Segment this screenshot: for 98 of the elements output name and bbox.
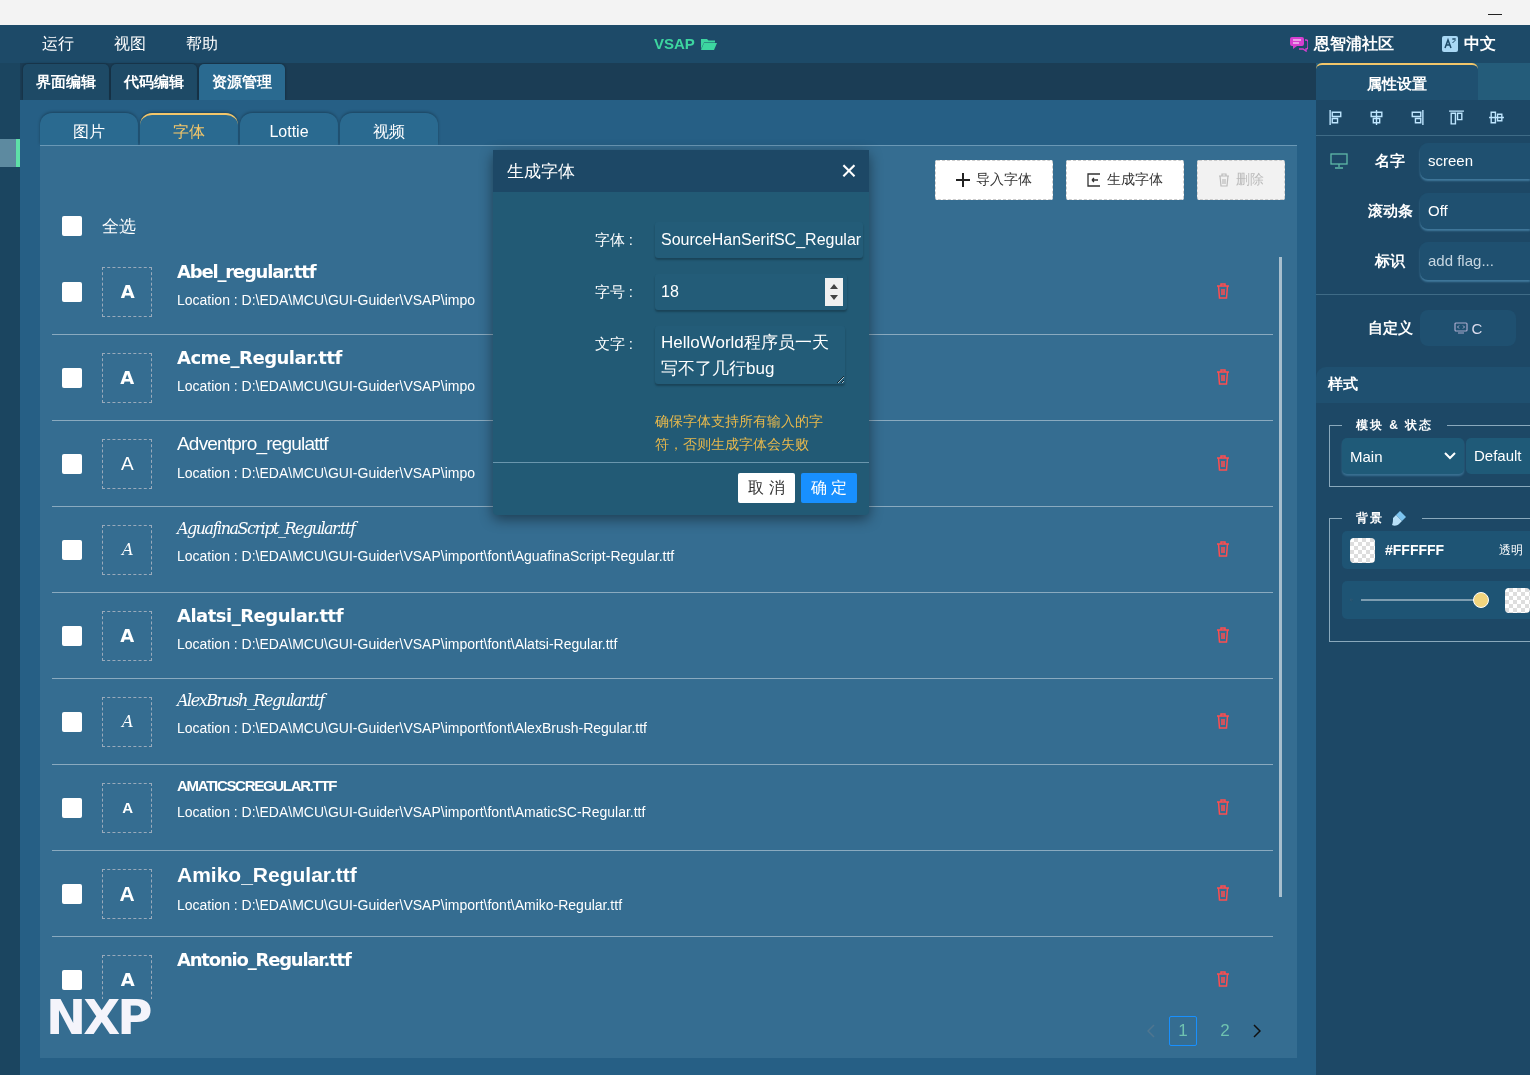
- font-location: Location : D:\EDA\MCU\GUI-Guider\VSAP\impo: [177, 292, 475, 308]
- text-field[interactable]: SourceHanSerifSC_Regular: [655, 222, 863, 258]
- font-preview: A: [102, 782, 152, 833]
- font-preview: A: [102, 266, 152, 317]
- text-field[interactable]: add flag...: [1420, 242, 1530, 280]
- menu-item[interactable]: 帮助: [186, 33, 218, 55]
- font-location: Location : D:\EDA\MCU\GUI-Guider\VSAP\import\font\Alatsi-Regular.ttf: [177, 636, 618, 652]
- checkbox[interactable]: [62, 711, 82, 732]
- toolbar-button[interactable]: 导入字体: [935, 160, 1053, 200]
- opacity-label: 透明: [1499, 541, 1523, 559]
- font-location: Location : D:\EDA\MCU\GUI-Guider\VSAP\impo: [177, 465, 475, 481]
- font-preview: A: [102, 954, 152, 999]
- checkbox[interactable]: [62, 216, 82, 236]
- spinner-icon[interactable]: [825, 278, 843, 306]
- resource-tab[interactable]: 视频: [340, 113, 438, 145]
- checkbox[interactable]: [62, 281, 82, 302]
- resource-tab[interactable]: 图片: [40, 113, 138, 145]
- font-name: AlexBrush_Regular.ttf: [177, 691, 647, 710]
- warning-text: 确保字体支持所有输入的字符，否则生成字体会失败: [655, 412, 824, 454]
- number-field[interactable]: 18: [655, 274, 847, 310]
- font-name: Adventpro_regulattf: [177, 433, 330, 455]
- chevron-down-icon: [1444, 452, 1456, 460]
- field-label: 标识: [1373, 251, 1406, 271]
- font-name: Abel_regular.ttf: [177, 261, 317, 282]
- trash-icon: [1218, 173, 1230, 187]
- font-location: Location : D:\EDA\MCU\GUI-Guider\VSAP\import\font\Amiko-Regular.ttf: [177, 897, 623, 913]
- checkbox[interactable]: [62, 969, 82, 990]
- close-button[interactable]: ×: [840, 157, 857, 185]
- font-location: Location : D:\EDA\MCU\GUI-Guider\VSAP\import\font\AguafinaScript-Regular.ttf: [177, 548, 675, 564]
- slider-thumb[interactable]: [1472, 592, 1489, 608]
- font-location: Location : D:\EDA\MCU\GUI-Guider\VSAP\import\font\AlexBrush-Regular.ttf: [177, 720, 647, 736]
- group-legend: 背景: [1356, 509, 1384, 527]
- resource-tab[interactable]: 字体: [140, 113, 238, 145]
- part-dropdown[interactable]: Main: [1342, 438, 1464, 474]
- chat-icon[interactable]: [1290, 36, 1308, 52]
- folder-icon[interactable]: [700, 37, 717, 50]
- section-title: 样式: [1328, 375, 1358, 392]
- font-preview: A: [102, 524, 152, 575]
- field-label: 文字 :: [593, 334, 634, 354]
- font-name: AMATICSCREGULAR.TTF: [177, 777, 338, 794]
- field-label: 名字: [1374, 151, 1406, 171]
- editor-tab[interactable]: 界面编辑: [23, 64, 109, 100]
- properties-tab[interactable]: 属性设置: [1316, 63, 1478, 100]
- menu-item[interactable]: 运行: [42, 33, 74, 55]
- color-swatch[interactable]: [1505, 587, 1530, 613]
- checkbox[interactable]: [62, 883, 82, 904]
- export-icon: [1087, 173, 1101, 187]
- checkbox[interactable]: [62, 453, 82, 474]
- align-center-icon[interactable]: [1368, 109, 1385, 126]
- field-label: 字体 :: [593, 230, 634, 250]
- checkbox[interactable]: [62, 797, 82, 818]
- code-icon: [1453, 322, 1468, 334]
- monitor-icon: [1330, 153, 1348, 169]
- brush-icon: [1390, 509, 1408, 527]
- align-top-icon[interactable]: [1448, 109, 1465, 126]
- font-preview: A: [102, 868, 152, 919]
- font-name: AguafinaScript_Regular.ttf: [177, 519, 675, 538]
- cancel-button[interactable]: 取 消: [738, 473, 795, 503]
- text-area[interactable]: HelloWorld程序员一天写不了几行bug: [655, 326, 845, 384]
- toolbar-button[interactable]: 生成字体: [1066, 160, 1184, 200]
- community-link[interactable]: 恩智浦社区: [1314, 33, 1394, 55]
- checkbox[interactable]: [62, 625, 82, 646]
- font-preview: A: [102, 352, 152, 403]
- language-menu[interactable]: 中文: [1464, 33, 1496, 55]
- select-all-label: 全选: [102, 215, 136, 238]
- state-dropdown[interactable]: Default: [1466, 438, 1530, 474]
- font-name: Amiko_Regular.ttf: [177, 863, 358, 887]
- scrollbar[interactable]: [1279, 257, 1282, 897]
- font-name: Alatsi_Regular.ttf: [177, 605, 345, 626]
- font-name: Acme_Regular.ttf: [177, 347, 344, 368]
- translate-icon[interactable]: [1442, 36, 1458, 52]
- color-value: #FFFFFF: [1385, 542, 1446, 558]
- editor-tab[interactable]: 资源管理: [199, 64, 285, 100]
- font-location: Location : D:\EDA\MCU\GUI-Guider\VSAP\import\font\AmaticSC-Regular.ttf: [177, 804, 646, 820]
- checkbox[interactable]: [62, 367, 82, 388]
- editor-tab[interactable]: 代码编辑: [111, 64, 197, 100]
- font-preview: A: [102, 696, 152, 747]
- app-title: VSAP: [654, 35, 695, 52]
- font-preview: A: [102, 438, 152, 489]
- text-field[interactable]: screen: [1420, 143, 1530, 179]
- menu-item[interactable]: 视图: [114, 33, 146, 55]
- plus-icon: [956, 173, 970, 187]
- group-legend: 模块 & 状态: [1342, 417, 1448, 434]
- font-location: Location : D:\EDA\MCU\GUI-Guider\VSAP\impo: [177, 378, 475, 394]
- field-label: 字号 :: [593, 282, 634, 302]
- text-field[interactable]: Off: [1420, 193, 1530, 229]
- checkbox[interactable]: [62, 539, 82, 560]
- font-name: Antonio_Regular.ttf: [177, 949, 351, 970]
- minimize-button[interactable]: —: [1488, 4, 1502, 21]
- align-middle-icon[interactable]: [1488, 109, 1505, 126]
- field-label: 滚动条: [1366, 201, 1414, 221]
- code-button[interactable]: C: [1420, 310, 1516, 346]
- dialog-title: 生成字体: [507, 160, 575, 183]
- field-label: 自定义: [1366, 318, 1414, 338]
- next-page-icon[interactable]: [1253, 1024, 1261, 1038]
- resource-tab[interactable]: Lottie: [240, 113, 338, 145]
- color-swatch[interactable]: [1350, 537, 1375, 563]
- font-preview: A: [102, 610, 152, 661]
